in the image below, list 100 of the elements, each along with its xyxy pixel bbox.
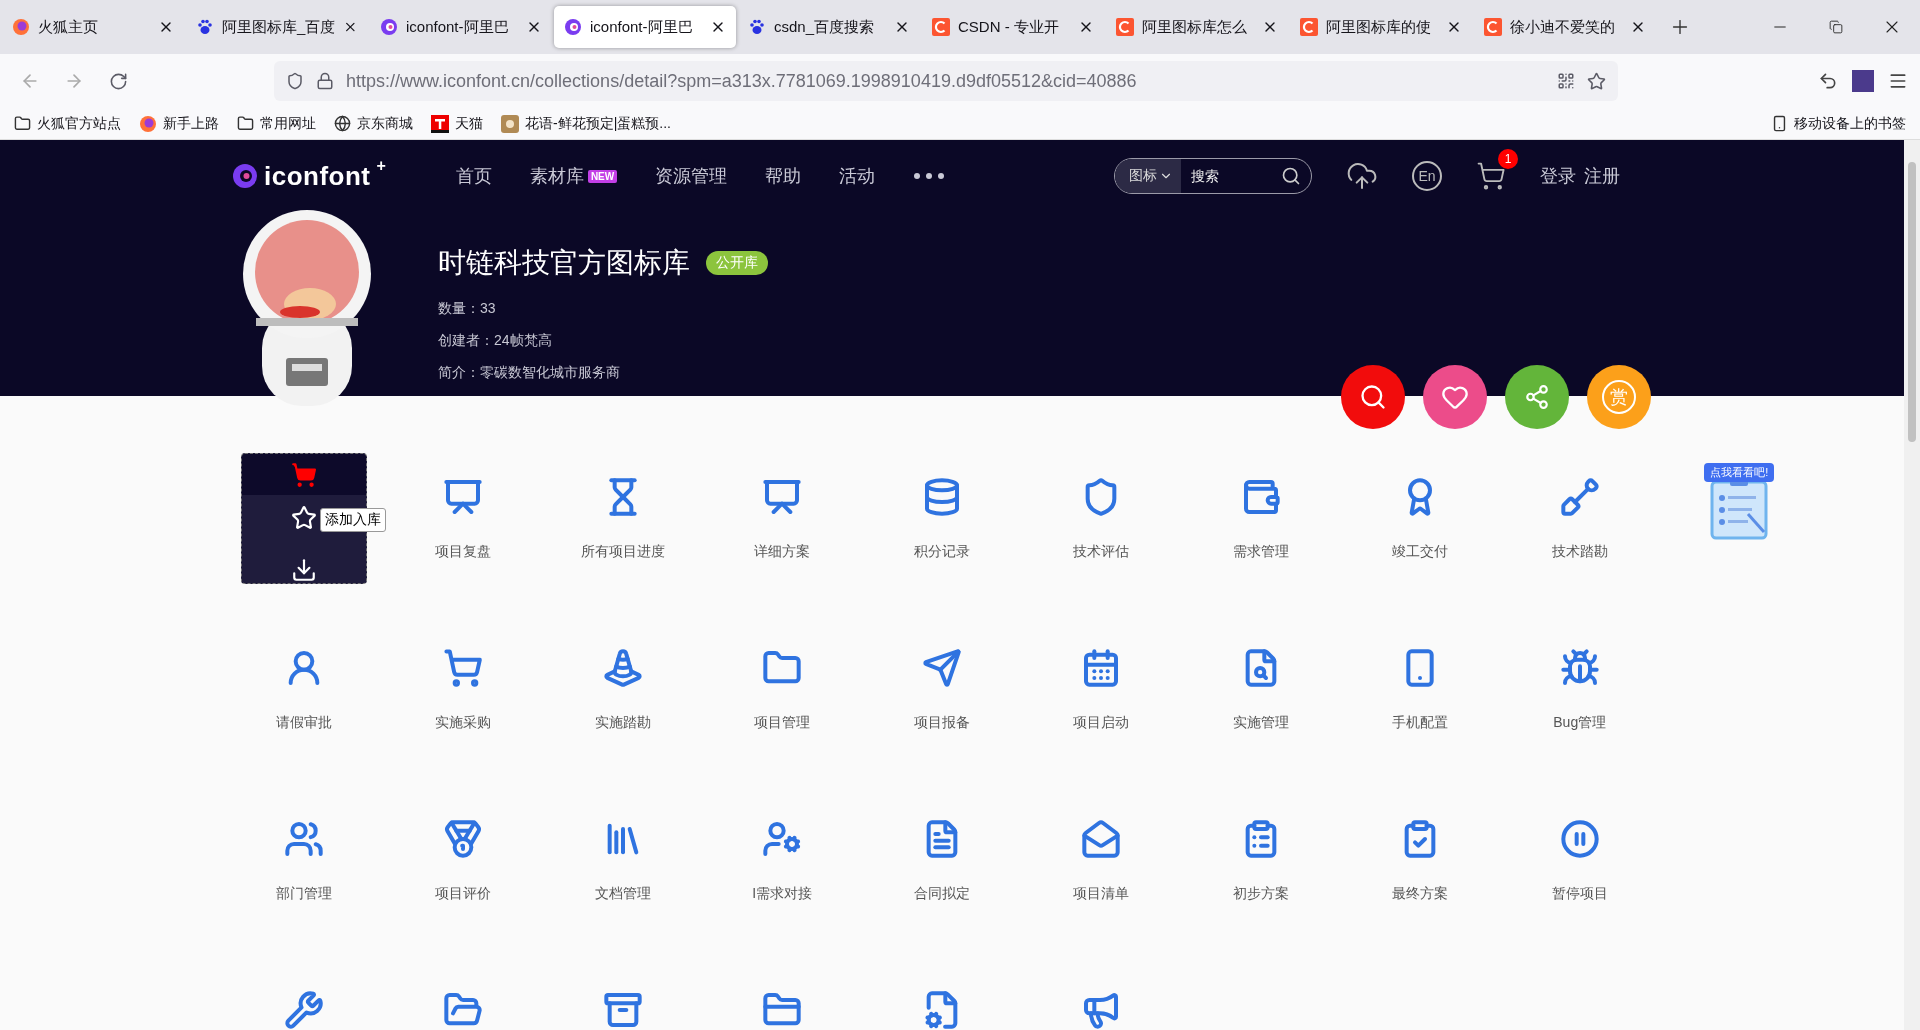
icon-label: 项目报备 [913, 714, 970, 732]
icon-label: 文档管理 [594, 885, 651, 903]
new-badge: NEW [587, 169, 618, 183]
collection-detail: 创建者：24帧梵高 [438, 332, 553, 350]
logo-text: iconfont [264, 160, 371, 192]
icon-label: 暂停项目 [1551, 885, 1608, 903]
cart-count: 1 [1498, 149, 1518, 169]
scope-dropdown[interactable]: 图标 [1115, 159, 1181, 193]
tooltip: 添加入库 [319, 508, 386, 532]
reload-icon[interactable] [108, 71, 128, 91]
browser-tab[interactable]: 火狐主页 [2, 6, 184, 48]
paw-icon [748, 18, 766, 36]
restore-icon[interactable] [1829, 20, 1843, 34]
nav-link[interactable]: 资源管理 [655, 164, 728, 188]
lock-icon [316, 72, 334, 90]
collection-detail: 简介：零碳数智化城市服务商 [438, 364, 621, 382]
bookmark[interactable]: 新手上路 [139, 114, 219, 133]
undo-arrow-icon[interactable] [1818, 71, 1838, 91]
browser-tab[interactable]: iconfont-阿里巴 [370, 6, 552, 48]
bookmark[interactable]: 常用网址 [237, 114, 316, 133]
pause-icon[interactable] [1559, 819, 1600, 859]
archive-tray-icon[interactable] [602, 990, 643, 1030]
nav-link[interactable]: 素材库 NEW [529, 164, 618, 188]
browser-tab[interactable]: CSDN - 专业开 [922, 6, 1104, 48]
icon-label: 积分记录 [913, 543, 970, 561]
star-icon[interactable] [1587, 71, 1606, 91]
login-link[interactable]: 登录 [1540, 164, 1576, 188]
shovel-icon[interactable] [1559, 477, 1600, 517]
promo-badge[interactable]: 点我看看吧! [1704, 463, 1775, 482]
address-bar[interactable]: https://www.iconfont.cn/collections/detail?spm=a313x.7781069.1998910419.d9df05512&cid=40886 [274, 61, 1618, 101]
bug-icon[interactable] [1559, 648, 1600, 688]
icon-label: 所有项目进度 [580, 543, 665, 561]
browser-tab[interactable]: 阿里图标库怎么 [1106, 6, 1288, 48]
browser-tab[interactable]: csdn_百度搜索 [738, 6, 920, 48]
traffic-cone-icon[interactable] [602, 648, 643, 688]
browser-tab[interactable]: iconfont-阿里巴 [554, 6, 736, 48]
icon-label: 实施管理 [1232, 714, 1289, 732]
icon-label: 项目管理 [754, 714, 811, 732]
mobile-bookmarks[interactable]: 移动设备上的书签 [1771, 114, 1906, 133]
swirl-icon [564, 18, 582, 36]
icon-label: Bug管理 [1553, 714, 1607, 732]
collection-title: 时链科技官方图标库 [438, 246, 690, 280]
user-cog-icon[interactable] [762, 819, 803, 859]
wrench-icon[interactable] [283, 990, 324, 1030]
icon-label: 实施采购 [435, 714, 492, 732]
logo-icon [232, 163, 258, 189]
qr-code-icon[interactable] [1557, 72, 1575, 90]
menu-icon[interactable] [1888, 71, 1908, 91]
icon-label: 部门管理 [275, 885, 332, 903]
icon-label: 项目复盘 [435, 543, 492, 561]
icon-label: 最终方案 [1392, 885, 1449, 903]
icon-label: 初步方案 [1232, 885, 1289, 903]
icon-label: I需求对接 [752, 885, 813, 903]
download-icon[interactable] [290, 557, 317, 583]
language-button[interactable]: En [1412, 161, 1442, 191]
public-badge: 公开库 [706, 251, 768, 275]
cart-icon[interactable] [443, 648, 484, 688]
cart-button[interactable] [1476, 161, 1506, 191]
icon-label: 项目清单 [1073, 885, 1130, 903]
presentation-board-icon[interactable] [762, 477, 803, 517]
paw-icon [196, 18, 214, 36]
icon-label: 请假审批 [275, 714, 332, 732]
cart-icon[interactable] [290, 461, 317, 488]
bookmark[interactable]: 花语-鲜花预定|蛋糕预... [501, 114, 671, 133]
icon-label: 技术评估 [1073, 543, 1130, 561]
nav-link[interactable]: 首页 [455, 164, 492, 188]
bookmark[interactable]: 京东商城 [334, 114, 413, 133]
folder-icon [237, 115, 254, 132]
register-link[interactable]: 注册 [1584, 164, 1620, 188]
icon-label: 竣工交付 [1392, 543, 1449, 561]
bookmark[interactable]: 火狐官方站点 [14, 114, 121, 133]
bookmark[interactable]: 天猫 [431, 114, 483, 133]
paper-plane-icon[interactable] [921, 648, 962, 688]
icon-label: 项目启动 [1073, 714, 1130, 732]
search-icon[interactable] [1281, 166, 1301, 186]
heart-icon[interactable] [1441, 383, 1469, 411]
more-icon[interactable] [913, 172, 946, 180]
icon-label: 项目评价 [435, 885, 492, 903]
users-icon[interactable] [283, 819, 324, 859]
scrollbar-thumb[interactable] [1908, 162, 1916, 442]
nav-link[interactable]: 帮助 [765, 164, 802, 188]
icon-label: 需求管理 [1232, 543, 1289, 561]
swirl-icon [380, 18, 398, 36]
browser-tab[interactable]: 阿里图标库的使 [1290, 6, 1472, 48]
icon-label: 实施踏勘 [594, 714, 651, 732]
medal-icon[interactable] [443, 819, 484, 859]
browser-tab[interactable]: 徐小迪不爱笑的 [1474, 6, 1656, 48]
nav-link[interactable]: 活动 [839, 164, 876, 188]
folder-icon [14, 115, 31, 132]
icon-label: 技术踏勘 [1551, 543, 1608, 561]
icon-label: 手机配置 [1392, 714, 1449, 732]
globe-icon [334, 115, 351, 132]
browser-tab[interactable]: 阿里图标库_百度 [186, 6, 368, 48]
shield-icon [286, 72, 304, 90]
star-icon[interactable] [290, 505, 317, 531]
phone-icon [1771, 115, 1788, 132]
icon-label: 合同拟定 [913, 885, 970, 903]
open-envelope-icon[interactable] [1081, 819, 1122, 859]
upload-cloud-icon[interactable] [1346, 160, 1378, 192]
icon-label: 详细方案 [754, 543, 811, 561]
